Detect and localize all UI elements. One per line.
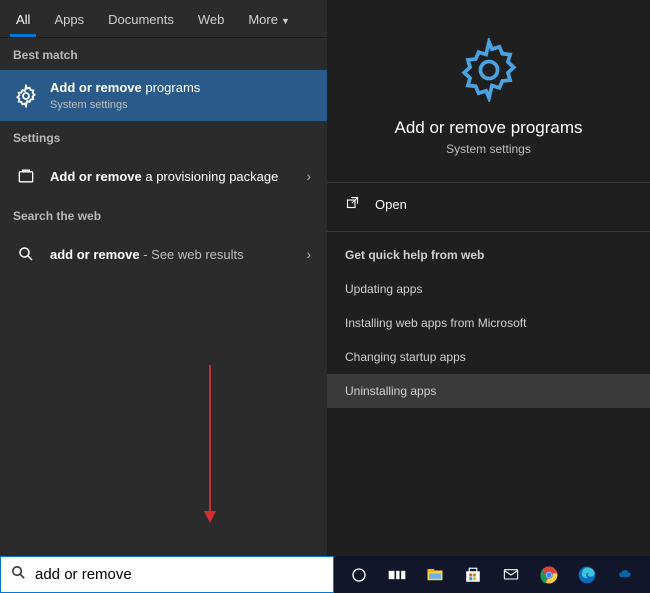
- detail-hero: Add or remove programs System settings: [327, 0, 650, 176]
- tabs: All Apps Documents Web More▼: [0, 0, 327, 38]
- section-settings: Settings: [0, 121, 327, 153]
- chevron-right-icon: ›: [302, 246, 315, 262]
- tab-more[interactable]: More▼: [236, 2, 302, 36]
- result-best-match[interactable]: Add or remove programs System settings: [0, 70, 327, 121]
- chrome-icon[interactable]: [538, 564, 560, 586]
- tab-web[interactable]: Web: [186, 2, 237, 36]
- detail-subtitle: System settings: [347, 142, 630, 156]
- search-icon: [12, 240, 40, 268]
- help-item[interactable]: Uninstalling apps: [327, 374, 650, 408]
- search-input[interactable]: [35, 566, 333, 583]
- help-item[interactable]: Installing web apps from Microsoft: [327, 306, 650, 340]
- package-icon: [12, 162, 40, 190]
- onedrive-icon[interactable]: [614, 564, 636, 586]
- help-item[interactable]: Changing startup apps: [327, 340, 650, 374]
- tab-documents[interactable]: Documents: [96, 2, 186, 36]
- mail-icon[interactable]: [500, 564, 522, 586]
- open-icon: [345, 195, 363, 213]
- gear-icon: [457, 38, 521, 102]
- chevron-right-icon: ›: [302, 168, 315, 184]
- help-item[interactable]: Updating apps: [327, 272, 650, 306]
- explorer-icon[interactable]: [424, 564, 446, 586]
- edge-icon[interactable]: [576, 564, 598, 586]
- chevron-down-icon: ▼: [281, 16, 290, 26]
- result-web[interactable]: add or remove - See web results ›: [0, 231, 327, 277]
- taskview-icon[interactable]: [386, 564, 408, 586]
- help-title: Get quick help from web: [327, 232, 650, 272]
- cortana-icon[interactable]: [348, 564, 370, 586]
- gear-icon: [12, 82, 40, 110]
- bottom-bar: [0, 556, 650, 593]
- section-search-web: Search the web: [0, 199, 327, 231]
- result-settings-provisioning[interactable]: Add or remove a provisioning package ›: [0, 153, 327, 199]
- store-icon[interactable]: [462, 564, 484, 586]
- taskbar: [334, 556, 650, 593]
- search-icon: [1, 564, 35, 586]
- tab-apps[interactable]: Apps: [42, 2, 96, 36]
- detail-panel: Add or remove programs System settings O…: [327, 0, 650, 556]
- detail-title: Add or remove programs: [347, 118, 630, 138]
- open-button[interactable]: Open: [327, 183, 650, 225]
- results-panel: All Apps Documents Web More▼ Best match …: [0, 0, 327, 556]
- search-box[interactable]: [0, 556, 334, 593]
- section-best-match: Best match: [0, 38, 327, 70]
- tab-all[interactable]: All: [4, 2, 42, 36]
